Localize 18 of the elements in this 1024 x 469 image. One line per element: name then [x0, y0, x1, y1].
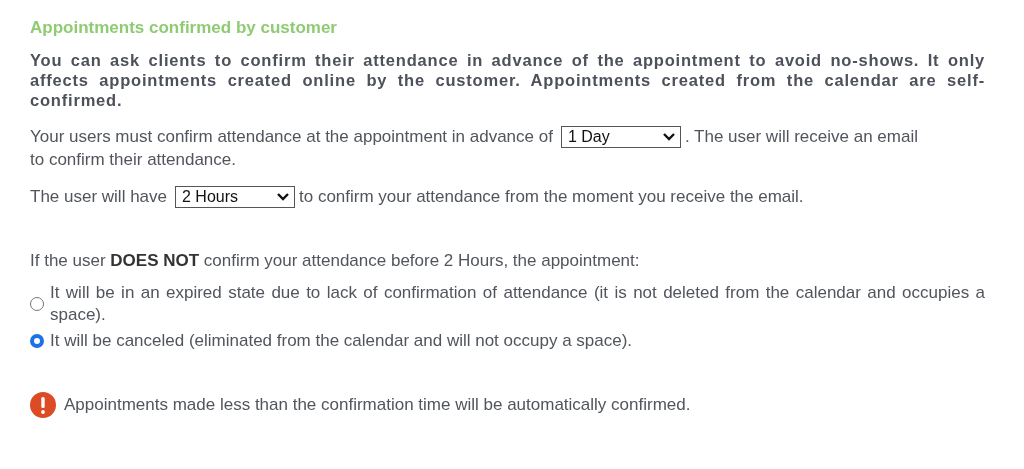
notice-text: Appointments made less than the confirmation time will be automatically confirmed. — [64, 395, 691, 415]
radio-button[interactable] — [30, 334, 44, 348]
option-label[interactable]: It will be in an expired state due to lack of confirmation of attendance (it is not deleted from the calendar and occupies a space). — [50, 282, 985, 326]
option-label[interactable]: It will be canceled (eliminated from the calendar and will not occupy a space). — [50, 330, 985, 352]
intro-text: You can ask clients to confirm their attendance in advance of the appointment to avoid no-shows. It only affects appointments created online by the customer. Appointments created from the calendar are self-confirmed. — [30, 50, 985, 110]
advance-text-continued: to confirm their attendance. — [30, 149, 236, 171]
window-select[interactable]: 2 Hours — [175, 185, 295, 208]
question-text: If the user DOES NOT confirm your attendance before 2 Hours, the appointment: — [30, 250, 641, 272]
window-text: The user will have — [30, 186, 167, 208]
advance-text-after: . The user will receive an email — [684, 126, 918, 148]
radio-button[interactable] — [30, 297, 44, 311]
section-title: Appointments confirmed by customer — [30, 18, 338, 38]
chevron-icon — [276, 191, 290, 202]
warning-icon — [30, 392, 56, 418]
advance-text: Your users must confirm attendance at the appointment in advance of — [30, 126, 553, 148]
advance-select[interactable]: 1 Day — [560, 125, 681, 148]
chevron-icon — [661, 131, 676, 142]
window-text-after: to confirm your attendance from the moment you receive the email. — [299, 186, 804, 208]
